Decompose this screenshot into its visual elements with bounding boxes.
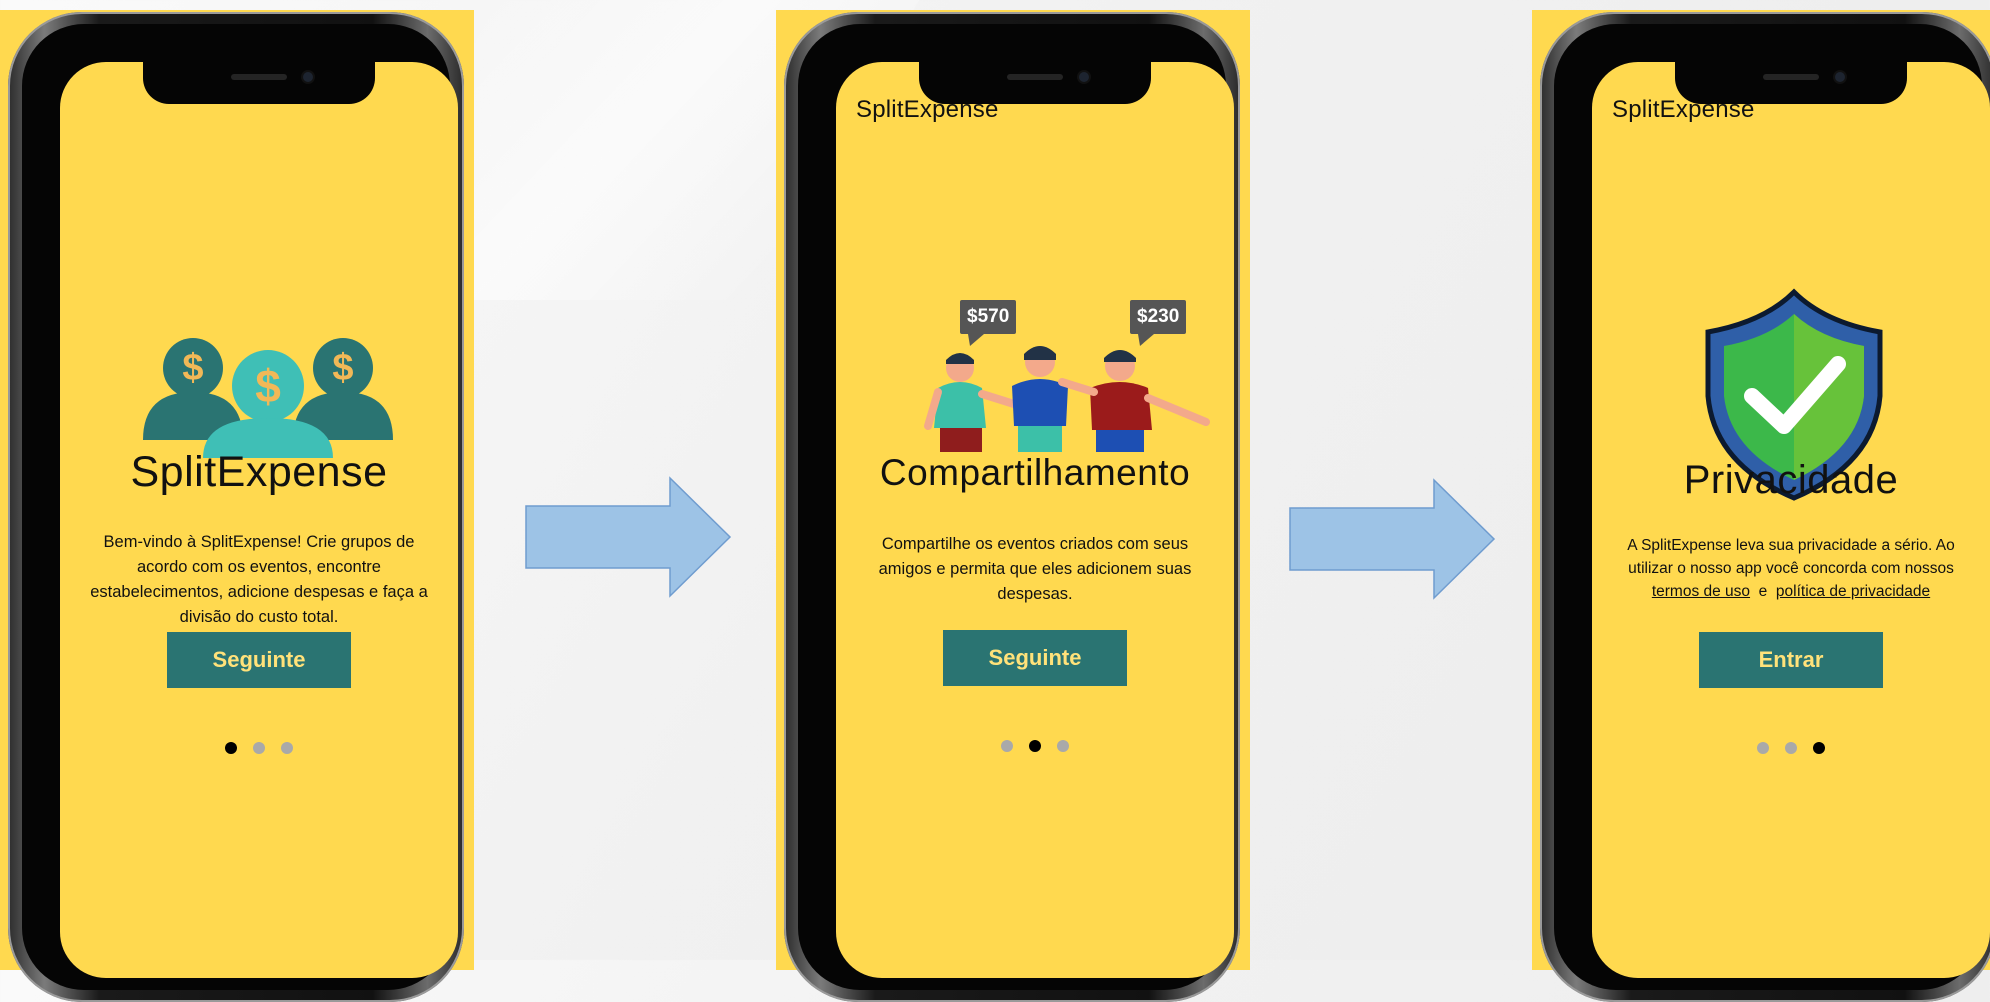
page-dot-2[interactable] xyxy=(253,742,265,754)
svg-text:$: $ xyxy=(182,347,203,389)
privacy-text: A SplitExpense leva sua privacidade a sé… xyxy=(1627,537,1955,577)
page-indicator xyxy=(836,740,1234,752)
price-tag: $570 xyxy=(960,300,1017,346)
svg-text:$: $ xyxy=(255,360,281,412)
next-button[interactable]: Seguinte xyxy=(167,632,351,688)
svg-text:$: $ xyxy=(332,347,353,389)
page-dot-1[interactable] xyxy=(1001,740,1013,752)
screen-welcome: $ $ $ SplitExpense Bem-vindo à SplitExpe… xyxy=(60,62,458,978)
page-dot-2[interactable] xyxy=(1785,742,1797,754)
next-button[interactable]: Seguinte xyxy=(943,630,1127,686)
screen-title: Privacidade xyxy=(1683,458,1899,502)
phone-frame: SplitExpense $570 $230 Compartilhamento … xyxy=(784,12,1240,1002)
enter-button[interactable]: Entrar xyxy=(1699,632,1883,688)
phone-privacy: SplitExpense Privacidade A SplitExpense … xyxy=(1532,10,1990,1002)
app-name: SplitExpense xyxy=(856,96,999,123)
screen-description: A SplitExpense leva sua privacidade a sé… xyxy=(1608,534,1974,603)
link-joiner: e xyxy=(1758,583,1768,600)
terms-of-use-link[interactable]: termos de uso xyxy=(1652,583,1750,600)
arrow-right-icon xyxy=(525,476,732,598)
phone-welcome: $ $ $ SplitExpense Bem-vindo à SplitExpe… xyxy=(0,10,474,1002)
screen-description: Bem-vindo à SplitExpense! Crie grupos de… xyxy=(90,533,428,626)
friends-illustration xyxy=(924,346,1210,452)
page-dot-3[interactable] xyxy=(281,742,293,754)
privacy-policy-link[interactable]: política de privacidade xyxy=(1776,583,1930,600)
phone-sharing: SplitExpense $570 $230 Compartilhamento … xyxy=(776,10,1250,1002)
page-dot-1[interactable] xyxy=(1757,742,1769,754)
screen-privacy: SplitExpense Privacidade A SplitExpense … xyxy=(1592,62,1990,978)
phone-notch xyxy=(143,62,375,104)
price-tag: $230 xyxy=(1130,300,1187,346)
money-people-icon: $ $ $ xyxy=(143,338,393,458)
page-dot-1[interactable] xyxy=(225,742,237,754)
phone-frame: $ $ $ SplitExpense Bem-vindo à SplitExpe… xyxy=(8,12,464,1002)
screen-sharing: SplitExpense $570 $230 Compartilhamento … xyxy=(836,62,1234,978)
screen-description: Compartilhe os eventos criados com seus … xyxy=(878,535,1192,603)
screen-title: Compartilhamento xyxy=(879,452,1191,493)
screen-title: SplitExpense xyxy=(130,448,388,496)
phone-frame: SplitExpense Privacidade A SplitExpense … xyxy=(1540,12,1990,1002)
page-indicator xyxy=(1592,742,1990,754)
page-dot-3[interactable] xyxy=(1813,742,1825,754)
page-dot-2[interactable] xyxy=(1029,740,1041,752)
app-name: SplitExpense xyxy=(1612,96,1755,123)
arrow-right-icon xyxy=(1289,478,1496,600)
page-dot-3[interactable] xyxy=(1057,740,1069,752)
page-indicator xyxy=(60,742,458,754)
